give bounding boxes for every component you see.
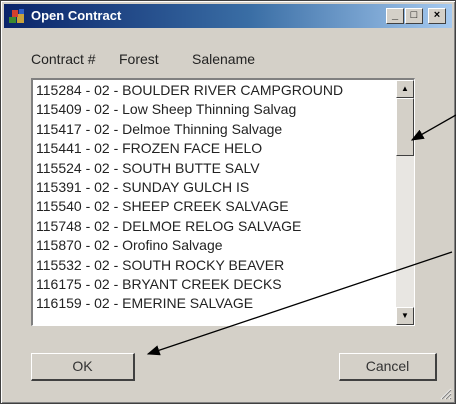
vertical-scrollbar[interactable]: ▲ ▼ xyxy=(396,80,414,325)
resize-grip-icon[interactable] xyxy=(440,388,452,400)
contract-list-item[interactable]: 115532 - 02 - SOUTH ROCKY BEAVER xyxy=(36,256,394,275)
close-button[interactable]: × xyxy=(428,8,446,24)
contract-list-item[interactable]: 115391 - 02 - SUNDAY GULCH IS xyxy=(36,178,394,197)
maximize-button[interactable]: □ xyxy=(405,8,423,24)
column-header-contract: Contract # xyxy=(31,51,96,67)
contract-list-item[interactable]: 116159 - 02 - EMERINE SALVAGE xyxy=(36,294,394,313)
contract-list-item[interactable]: 115417 - 02 - Delmoe Thinning Salvage xyxy=(36,120,394,139)
title-bar[interactable]: Open Contract _ □ × xyxy=(4,4,452,28)
contract-listbox[interactable]: 115284 - 02 - BOULDER RIVER CAMPGROUND 11… xyxy=(31,78,415,326)
open-contract-dialog: Open Contract _ □ × Contract # Forest Sa… xyxy=(0,0,456,404)
cancel-button[interactable]: Cancel xyxy=(339,353,437,381)
contract-list-item[interactable]: 115870 - 02 - Orofino Salvage xyxy=(36,236,394,255)
contract-list-item[interactable]: 115524 - 02 - SOUTH BUTTE SALV xyxy=(36,159,394,178)
contract-list-item[interactable]: 115284 - 02 - BOULDER RIVER CAMPGROUND xyxy=(36,81,394,100)
ok-button[interactable]: OK xyxy=(31,353,135,381)
contract-list-item[interactable]: 115540 - 02 - SHEEP CREEK SALVAGE xyxy=(36,197,394,216)
contract-list-item[interactable]: 116175 - 02 - BRYANT CREEK DECKS xyxy=(36,275,394,294)
contract-list-item[interactable]: 115409 - 02 - Low Sheep Thinning Salvag xyxy=(36,100,394,119)
minimize-button[interactable]: _ xyxy=(386,8,404,24)
contract-list-item[interactable]: 115441 - 02 - FROZEN FACE HELO xyxy=(36,139,394,158)
scroll-down-icon[interactable]: ▼ xyxy=(396,307,414,325)
column-header-salename: Salename xyxy=(192,51,256,67)
scrollbar-thumb[interactable] xyxy=(396,98,414,156)
app-icon xyxy=(9,9,24,23)
window-title: Open Contract xyxy=(31,8,122,23)
contract-list: 115284 - 02 - BOULDER RIVER CAMPGROUND 11… xyxy=(36,81,394,314)
scroll-up-icon[interactable]: ▲ xyxy=(396,80,414,98)
contract-list-item[interactable]: 115748 - 02 - DELMOE RELOG SALVAGE xyxy=(36,217,394,236)
column-header-forest: Forest xyxy=(119,51,159,67)
